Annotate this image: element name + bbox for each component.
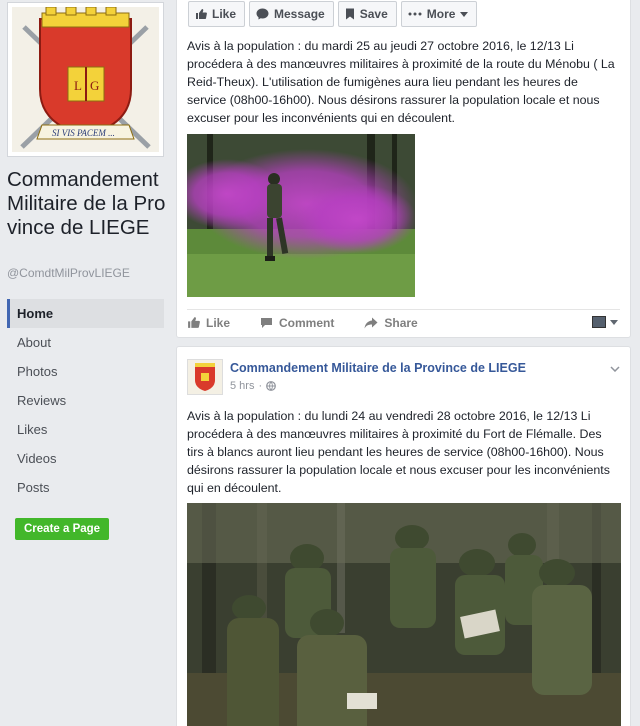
save-button[interactable]: Save [337,1,397,27]
post-like-label: Like [206,315,231,330]
sidebar-item-posts[interactable]: Posts [7,473,164,502]
page-title[interactable]: Commandement Militaire de la Province de… [7,168,167,240]
post-photo[interactable] [187,134,415,297]
post-card: Like Message Save More Avis à la populat… [176,0,631,338]
sidebar-item-home[interactable]: Home [7,299,164,328]
post-photo[interactable] [187,503,621,726]
caret-down-icon [610,319,618,325]
comment-icon [261,317,273,328]
post-text: Avis à la population : du mardi 25 au je… [187,39,615,125]
caret-down-icon [460,11,469,17]
post-share-label: Share [384,315,418,330]
thumbs-up-icon [188,317,200,328]
more-label: More [426,7,456,21]
svg-text:L: L [74,78,82,93]
post-timestamp[interactable]: 5 hrs [230,380,254,392]
crest-motto: SI VIS PACEM ... [52,128,115,138]
sidebar-item-reviews[interactable]: Reviews [7,386,164,415]
message-icon [256,8,269,20]
sidebar-item-photos[interactable]: Photos [7,357,164,386]
message-button[interactable]: Message [249,1,334,27]
crest-image: L G SI VIS PACEM ... [12,7,159,152]
share-icon [364,317,378,328]
post-like-button[interactable]: Like [187,316,230,330]
like-page-button[interactable]: Like [188,1,246,27]
sidebar-item-about[interactable]: About [7,328,164,357]
profile-picture[interactable]: L G SI VIS PACEM ... [7,2,164,157]
post-options-button[interactable] [610,359,620,377]
meta-separator: · [258,380,263,392]
sidebar-item-videos[interactable]: Videos [7,444,164,473]
more-button[interactable]: More [400,1,478,27]
like-page-label: Like [212,7,237,21]
page-action-bar: Like Message Save More [188,1,481,28]
post-action-bar: Like Comment Share [187,309,620,335]
globe-icon [266,381,277,391]
post-comment-button[interactable]: Comment [260,316,334,330]
post-author-link[interactable]: Commandement Militaire de la Province de… [230,361,526,375]
author-avatar[interactable] [187,359,223,395]
sidebar-nav: Home About Photos Reviews Likes Videos P… [7,299,164,502]
page-handle[interactable]: @ComdtMilProvLIEGE [7,266,130,280]
post-text: Avis à la population : du lundi 24 au ve… [187,409,610,495]
avatar [592,316,606,328]
post-meta: 5 hrs · [230,380,277,392]
message-label: Message [274,7,325,21]
post-share-button[interactable]: Share [364,315,418,330]
create-page-button[interactable]: Create a Page [15,518,110,540]
svg-text:G: G [90,78,99,93]
post-comment-label: Comment [279,315,335,330]
thumbs-up-icon [196,9,207,19]
chevron-down-icon [610,366,620,373]
post-as-selector[interactable] [592,316,618,328]
sidebar-item-likes[interactable]: Likes [7,415,164,444]
left-column: L G SI VIS PACEM ... Commandement Milita… [0,0,176,726]
post-card: Commandement Militaire de la Province de… [176,346,631,726]
bookmark-icon [345,8,354,20]
save-label: Save [359,7,388,21]
dots-icon [408,12,422,16]
